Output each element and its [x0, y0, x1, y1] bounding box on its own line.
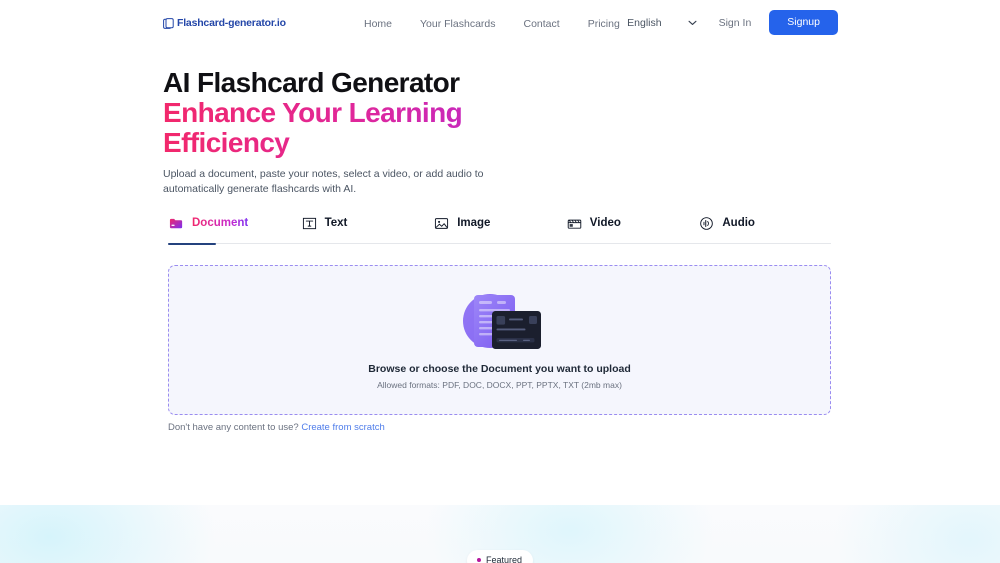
nav-item-pricing[interactable]: Pricing [588, 18, 620, 30]
featured-badge: Featured [466, 550, 534, 563]
site-header: Flashcard-generator.io Home Your Flashca… [0, 0, 1000, 49]
tab-underline-audio [698, 243, 831, 244]
hero-section: AI Flashcard Generator Enhance Your Lear… [163, 68, 843, 197]
scratch-prompt: Don't have any content to use? [168, 422, 299, 433]
language-value: English [627, 16, 662, 29]
file-dropzone[interactable]: Browse or choose the Document you want t… [168, 265, 831, 415]
tab-label-image: Image [457, 217, 491, 229]
featured-dot-icon [476, 558, 481, 562]
nav-item-your-flashcards[interactable]: Your Flashcards [420, 18, 495, 30]
brand-logo[interactable]: Flashcard-generator.io [163, 17, 286, 29]
tab-label-video: Video [589, 217, 621, 229]
create-from-scratch-link[interactable]: Create from scratch [301, 422, 384, 433]
tab-text[interactable]: Text [300, 212, 434, 244]
tab-label-text: Text [324, 217, 348, 229]
text-box-icon [302, 216, 317, 231]
audio-wave-icon [699, 216, 714, 231]
create-from-scratch-row: Don't have any content to use? Create fr… [168, 422, 385, 433]
nav-item-home[interactable]: Home [364, 18, 392, 30]
flashcard-logo-icon [163, 17, 174, 29]
signup-button[interactable]: Signup [769, 10, 838, 35]
tab-image[interactable]: Image [433, 212, 566, 244]
nav-item-contact[interactable]: Contact [524, 18, 560, 30]
header-actions: English Sign In Signup [621, 10, 838, 35]
tab-underline-text [300, 243, 434, 244]
tab-underline-image [433, 243, 566, 244]
tab-document[interactable]: Document [168, 212, 301, 245]
chevron-down-icon [688, 20, 697, 26]
sign-in-link[interactable]: Sign In [719, 17, 752, 29]
tab-label-audio: Audio [722, 217, 755, 229]
page-title-line3: Efficiency [163, 128, 843, 158]
main-nav: Home Your Flashcards Contact Pricing [364, 18, 620, 30]
featured-label: Featured [485, 555, 523, 563]
tab-audio[interactable]: Audio [698, 212, 831, 244]
folder-icon [169, 216, 184, 231]
tab-underline-video [565, 243, 699, 244]
video-clapper-icon [567, 216, 582, 231]
tab-video[interactable]: Video [565, 212, 699, 244]
page-title-line2: Enhance Your Learning [163, 98, 843, 128]
language-selector[interactable]: English [621, 13, 702, 33]
dropzone-title: Browse or choose the Document you want t… [368, 363, 631, 375]
page-title: AI Flashcard Generator [163, 67, 460, 98]
image-icon [434, 216, 449, 231]
brand-name: Flashcard-generator.io [177, 17, 286, 29]
hero-subtitle: Upload a document, paste your notes, sel… [163, 168, 484, 195]
document-upload-illustration [457, 290, 543, 356]
landing-page: Flashcard-generator.io Home Your Flashca… [0, 0, 1000, 563]
tab-label-document: Document [192, 217, 249, 229]
source-type-tabs: Document Text Image Video Audio [168, 212, 831, 245]
dropzone-formats: Allowed formats: PDF, DOC, DOCX, PPT, PP… [377, 380, 622, 390]
tab-underline-document [168, 242, 301, 245]
